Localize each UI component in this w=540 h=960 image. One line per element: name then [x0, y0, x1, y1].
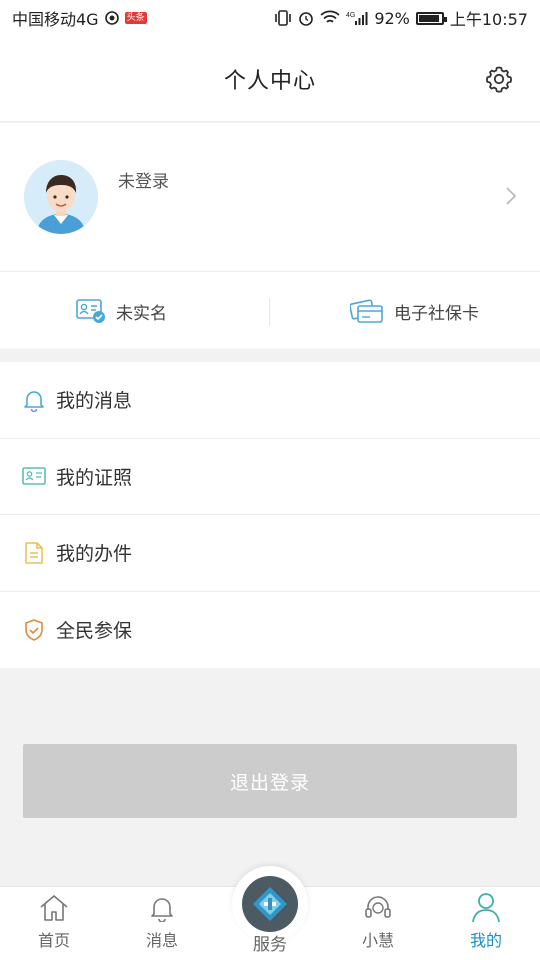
- battery-percent: 92%: [374, 8, 410, 28]
- license-icon: [22, 464, 46, 488]
- tab-label: 消息: [145, 931, 178, 950]
- avatar-illustration: [24, 160, 98, 234]
- social-security-label: 电子社保卡: [394, 303, 479, 324]
- logout-button[interactable]: 退出登录: [23, 744, 517, 818]
- real-name-card[interactable]: 未实名: [76, 272, 167, 350]
- menu-label: 全民参保: [56, 620, 133, 643]
- bell-icon: [145, 891, 179, 925]
- carrier-label: 中国移动4G: [12, 10, 99, 29]
- tab-label: 我的: [469, 931, 502, 950]
- menu-item-my-messages[interactable]: 我的消息: [0, 362, 540, 439]
- tab-service-label: 服务: [253, 935, 287, 955]
- id-card-check-icon: [76, 299, 105, 323]
- cards-divider: [269, 298, 270, 326]
- tab-label: 小慧: [361, 931, 394, 950]
- menu-list: 我的消息 我的证照 我的办件 全民参保: [0, 362, 540, 668]
- status-left: 中国移动4G 头条: [12, 6, 147, 30]
- shield-check-icon: [22, 618, 46, 642]
- social-security-card-icon: [350, 299, 383, 323]
- menu-item-my-licenses[interactable]: 我的证照: [0, 439, 540, 515]
- service-logo-icon: [242, 876, 298, 932]
- headset-icon: [361, 891, 395, 925]
- menu-item-universal-insurance[interactable]: 全民参保: [0, 592, 540, 669]
- page-title: 个人中心: [223, 68, 316, 94]
- menu-item-my-applications[interactable]: 我的办件: [0, 515, 540, 592]
- settings-gear-icon[interactable]: [484, 64, 514, 94]
- news-badge: 头条: [124, 12, 147, 24]
- tab-messages[interactable]: 消息: [108, 887, 216, 960]
- tab-mine[interactable]: 我的: [432, 887, 540, 960]
- wifi-icon: [320, 10, 340, 26]
- tab-home[interactable]: 首页: [0, 887, 108, 960]
- chevron-right-icon[interactable]: [504, 185, 518, 207]
- menu-label: 我的证照: [56, 466, 133, 489]
- page-header: 个人中心: [0, 36, 540, 122]
- avatar[interactable]: [24, 160, 98, 234]
- battery-icon: [415, 11, 447, 25]
- document-icon: [22, 541, 46, 565]
- alarm-icon: [298, 10, 314, 26]
- tab-label: 首页: [37, 931, 70, 950]
- signal-icon: 4G: [346, 10, 368, 26]
- menu-label: 我的消息: [56, 390, 133, 413]
- identity-cards-row: 未实名 电子社保卡: [0, 271, 540, 349]
- social-security-card[interactable]: 电子社保卡: [350, 272, 479, 350]
- status-bar: 中国移动4G 头条 4G 92% 上午10:57: [0, 0, 540, 36]
- login-status[interactable]: 未登录: [118, 167, 169, 192]
- profile-section[interactable]: 未登录: [0, 123, 540, 271]
- clock: 上午10:57: [449, 10, 528, 29]
- real-name-label: 未实名: [116, 303, 167, 324]
- tab-xiaohui[interactable]: 小慧: [324, 887, 432, 960]
- status-right: 4G 92% 上午10:57: [274, 6, 528, 30]
- app-notification-icon: [104, 11, 119, 25]
- home-icon: [37, 891, 71, 925]
- bell-icon: [22, 388, 46, 412]
- svg-text:4G: 4G: [346, 12, 355, 19]
- vibrate-icon: [274, 10, 292, 26]
- menu-label: 我的办件: [56, 543, 133, 566]
- person-icon: [469, 891, 503, 925]
